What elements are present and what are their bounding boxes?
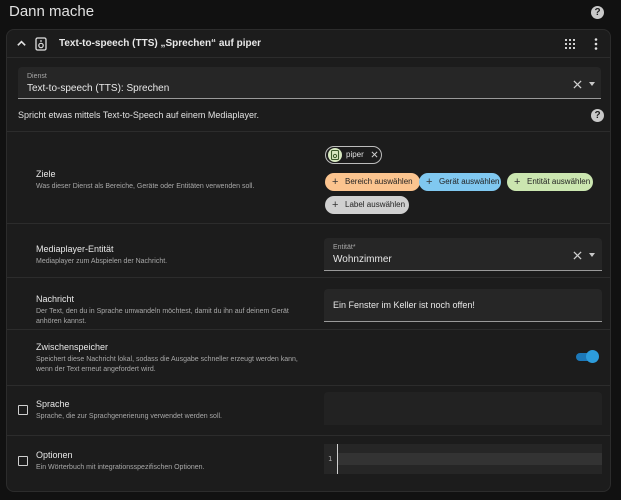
add-entity-label: Entität auswählen bbox=[527, 177, 591, 186]
add-label-label: Label auswählen bbox=[345, 200, 406, 209]
options-checkbox[interactable] bbox=[18, 456, 28, 466]
add-device-button[interactable]: + Gerät auswählen bbox=[419, 173, 501, 191]
options-title: Optionen bbox=[36, 450, 73, 460]
options-code-editor[interactable] bbox=[337, 444, 602, 474]
clear-icon[interactable] bbox=[573, 251, 582, 260]
add-area-button[interactable]: + Bereich auswählen bbox=[325, 173, 420, 191]
target-chip-piper[interactable]: piper bbox=[325, 146, 382, 164]
code-gutter: 1 bbox=[324, 444, 337, 474]
entity-select[interactable]: Entität* Wohnzimmer bbox=[324, 238, 602, 271]
page-title: Dann mache bbox=[9, 3, 95, 20]
speaker-icon bbox=[328, 148, 342, 162]
service-select[interactable]: Dienst Text-to-speech (TTS): Sprechen bbox=[18, 67, 601, 99]
clear-icon[interactable] bbox=[573, 80, 582, 89]
add-area-label: Bereich auswählen bbox=[345, 177, 413, 186]
plus-icon: + bbox=[426, 176, 433, 188]
plus-icon: + bbox=[514, 176, 521, 188]
plus-icon: + bbox=[332, 176, 339, 188]
service-value: Text-to-speech (TTS): Sprechen bbox=[27, 83, 170, 94]
message-title: Nachricht bbox=[36, 294, 75, 304]
card-title: Text-to-speech (TTS) „Sprechen“ auf pipe… bbox=[59, 38, 262, 49]
cache-toggle[interactable] bbox=[586, 350, 599, 363]
entity-label: Entität* bbox=[333, 244, 356, 251]
service-help-icon[interactable]: ? bbox=[591, 109, 604, 122]
active-line bbox=[338, 453, 602, 465]
language-input[interactable] bbox=[324, 392, 602, 425]
page-header: Dann mache ? bbox=[0, 0, 621, 26]
card-header[interactable]: Text-to-speech (TTS) „Sprechen“ auf pipe… bbox=[7, 30, 610, 58]
media-player-title: Mediaplayer-Entität bbox=[36, 244, 114, 254]
action-card: Text-to-speech (TTS) „Sprechen“ auf pipe… bbox=[6, 29, 611, 492]
entity-value: Wohnzimmer bbox=[333, 254, 392, 265]
message-input[interactable]: Ein Fenster im Keller ist noch offen! bbox=[324, 289, 602, 322]
remove-chip-icon[interactable] bbox=[371, 151, 378, 158]
targets-subtitle: Was dieser Dienst als Bereiche, Geräte o… bbox=[36, 183, 255, 190]
cache-title: Zwischenspeicher bbox=[36, 342, 109, 352]
chip-label: piper bbox=[346, 150, 364, 159]
line-number: 1 bbox=[328, 455, 333, 463]
service-label: Dienst bbox=[27, 73, 47, 80]
dropdown-caret-icon[interactable] bbox=[589, 82, 595, 86]
cache-subtitle: Speichert diese Nachricht lokal, sodass … bbox=[36, 356, 298, 373]
targets-title: Ziele bbox=[36, 169, 56, 179]
add-entity-button[interactable]: + Entität auswählen bbox=[507, 173, 593, 191]
plus-icon: + bbox=[332, 199, 339, 211]
language-checkbox[interactable] bbox=[18, 405, 28, 415]
dropdown-caret-icon[interactable] bbox=[589, 253, 595, 257]
media-player-subtitle: Mediaplayer zum Abspielen der Nachricht. bbox=[36, 258, 168, 265]
drag-grid-icon[interactable] bbox=[563, 37, 577, 51]
row-cache: Zwischenspeicher Speichert diese Nachric… bbox=[7, 329, 610, 385]
add-label-button[interactable]: + Label auswählen bbox=[325, 196, 409, 214]
message-subtitle: Der Text, den du in Sprache umwandeln mö… bbox=[36, 308, 289, 325]
message-value: Ein Fenster im Keller ist noch offen! bbox=[333, 300, 475, 310]
chevron-up-icon[interactable] bbox=[16, 38, 27, 49]
options-subtitle: Ein Wörterbuch mit integrationsspezifisc… bbox=[36, 464, 205, 471]
add-device-label: Gerät auswählen bbox=[439, 177, 500, 186]
help-circle-icon[interactable]: ? bbox=[591, 6, 604, 19]
service-description: Spricht etwas mittels Text-to-Speech auf… bbox=[18, 110, 259, 120]
language-title: Sprache bbox=[36, 399, 70, 409]
more-vertical-icon[interactable] bbox=[591, 37, 601, 51]
language-subtitle: Sprache, die zur Sprachgenerierung verwe… bbox=[36, 413, 222, 420]
speaker-icon bbox=[35, 37, 47, 51]
